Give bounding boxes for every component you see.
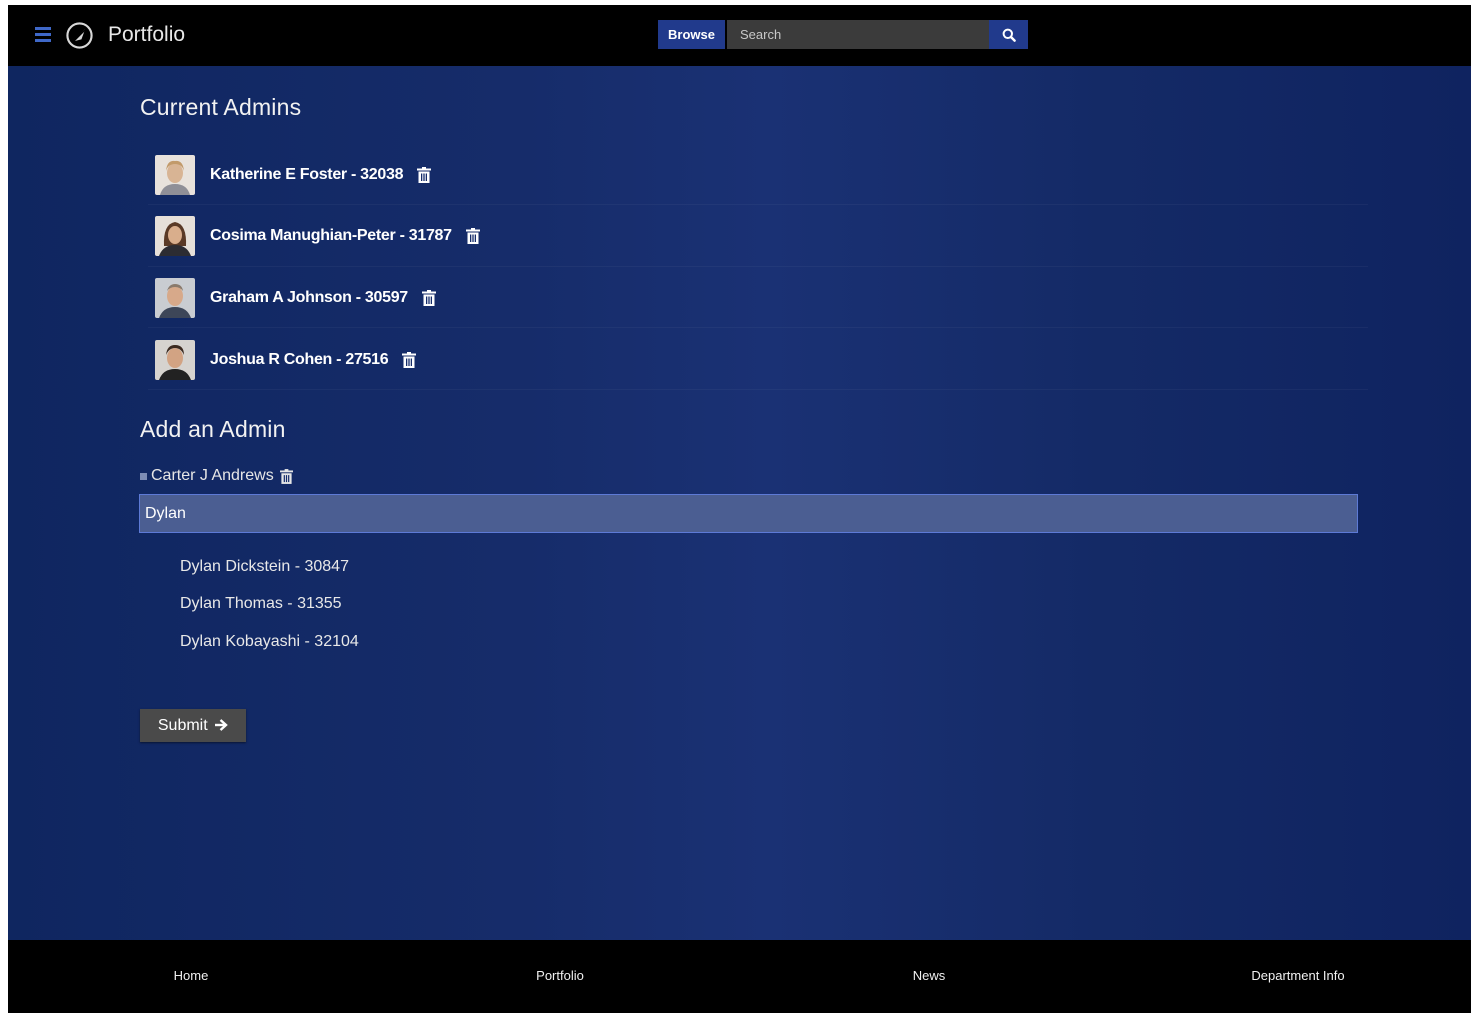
chip-bullet <box>140 472 147 480</box>
brand-title[interactable]: Portfolio <box>108 23 185 47</box>
admin-name: Katherine E Foster - 32038 <box>210 166 404 183</box>
trash-icon[interactable] <box>279 468 293 484</box>
selected-admin-name: Carter J Andrews <box>151 467 274 484</box>
submit-button[interactable]: Submit <box>140 709 246 742</box>
row-divider <box>148 204 1368 205</box>
admin-row: Graham A Johnson - 30597 <box>155 278 436 318</box>
admin-name: Cosima Manughian-Peter - 31787 <box>210 227 452 244</box>
current-admins-heading: Current Admins <box>140 94 302 120</box>
admin-row: Katherine E Foster - 32038 <box>155 155 432 195</box>
avatar <box>155 340 195 380</box>
compass-logo-icon[interactable] <box>65 21 94 50</box>
trash-icon[interactable] <box>417 167 432 183</box>
top-navbar: Portfolio Browse <box>8 5 1471 66</box>
row-divider <box>148 389 1368 390</box>
avatar <box>155 216 195 256</box>
submit-label: Submit <box>157 716 208 734</box>
trash-icon[interactable] <box>465 228 480 244</box>
admin-row: Cosima Manughian-Peter - 31787 <box>155 216 480 256</box>
admin-name: Joshua R Cohen - 27516 <box>210 351 389 368</box>
avatar <box>155 278 195 318</box>
magnifier-icon <box>1002 28 1016 42</box>
trash-icon[interactable] <box>421 290 436 306</box>
suggestion-item[interactable]: Dylan Kobayashi - 32104 <box>180 633 359 651</box>
footer: Home Portfolio News Department Info <box>8 940 1471 1013</box>
footer-link-department-info[interactable]: Department Info <box>1251 968 1344 983</box>
app-frame: Portfolio Browse Current Admins Katherin… <box>8 5 1471 1013</box>
row-divider <box>148 327 1368 328</box>
search-input[interactable] <box>727 20 989 49</box>
trash-icon[interactable] <box>402 352 417 368</box>
suggestion-item[interactable]: Dylan Thomas - 31355 <box>180 595 342 613</box>
add-admin-heading: Add an Admin <box>140 416 286 442</box>
footer-link-home[interactable]: Home <box>174 968 209 983</box>
hamburger-icon[interactable] <box>35 27 51 43</box>
footer-link-portfolio[interactable]: Portfolio <box>536 968 584 983</box>
browse-button[interactable]: Browse <box>658 20 725 49</box>
search-button[interactable] <box>989 20 1028 49</box>
admin-search-input[interactable] <box>139 494 1358 533</box>
suggestion-item[interactable]: Dylan Dickstein - 30847 <box>180 558 349 576</box>
footer-link-news[interactable]: News <box>913 968 946 983</box>
row-divider <box>148 266 1368 267</box>
admin-name: Graham A Johnson - 30597 <box>210 289 408 306</box>
admin-row: Joshua R Cohen - 27516 <box>155 340 417 380</box>
arrow-right-icon <box>215 718 228 731</box>
selected-admin-chip: Carter J Andrews <box>140 467 293 485</box>
avatar <box>155 155 195 195</box>
